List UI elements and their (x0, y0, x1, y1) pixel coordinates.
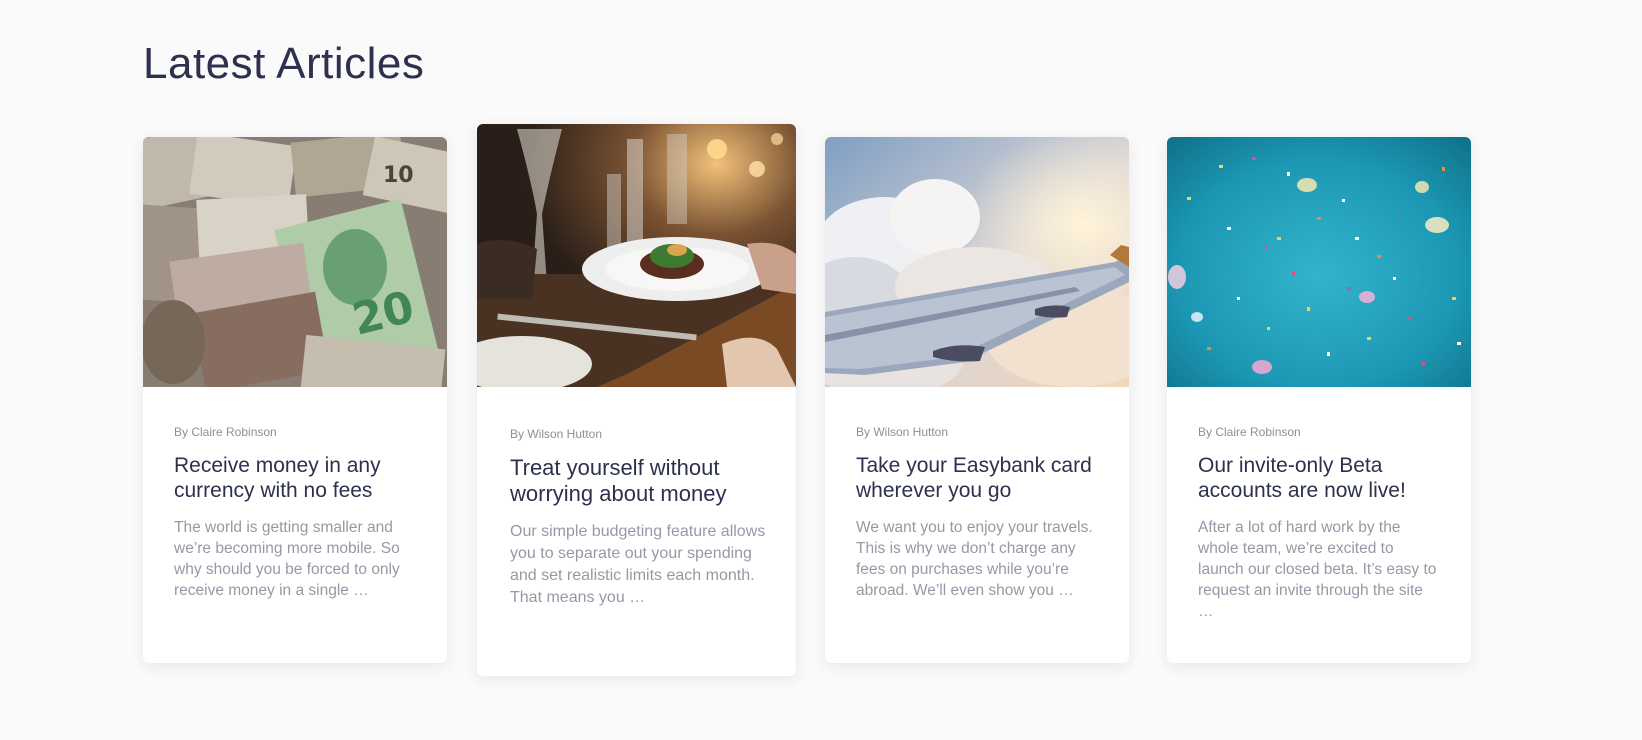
article-title[interactable]: Our invite-only Beta accounts are now li… (1198, 453, 1440, 503)
article-author: By Claire Robinson (1198, 425, 1301, 439)
article-title[interactable]: Take your Easybank card wherever you go (856, 453, 1098, 503)
article-excerpt: After a lot of hard work by the whole te… (1198, 519, 1437, 620)
article-image-airplane[interactable] (825, 137, 1129, 387)
article-title[interactable]: Treat yourself without worrying about mo… (510, 455, 766, 507)
article-card[interactable]: By Wilson Hutton Treat yourself without … (477, 124, 796, 676)
article-card[interactable]: By Wilson Hutton Take your Easybank card… (825, 137, 1129, 663)
article-image-confetti[interactable] (1167, 137, 1471, 387)
article-card[interactable]: By Claire Robinson Our invite-only Beta … (1167, 137, 1471, 663)
section-title: Latest Articles (143, 39, 425, 88)
article-author: By Wilson Hutton (510, 427, 603, 441)
article-author: By Claire Robinson (174, 425, 277, 439)
article-card[interactable]: 20 10 By Claire Robinson Receive money i… (143, 137, 447, 663)
article-title[interactable]: Receive money in any currency with no fe… (174, 453, 416, 503)
article-excerpt: We want you to enjoy your travels. This … (856, 519, 1093, 599)
article-image-currency[interactable]: 20 10 (143, 137, 447, 387)
article-excerpt: The world is getting smaller and we’re b… (174, 519, 400, 599)
article-excerpt: Our simple budgeting feature allows you … (510, 523, 766, 606)
article-author: By Wilson Hutton (856, 425, 949, 439)
article-image-restaurant[interactable] (477, 124, 796, 387)
